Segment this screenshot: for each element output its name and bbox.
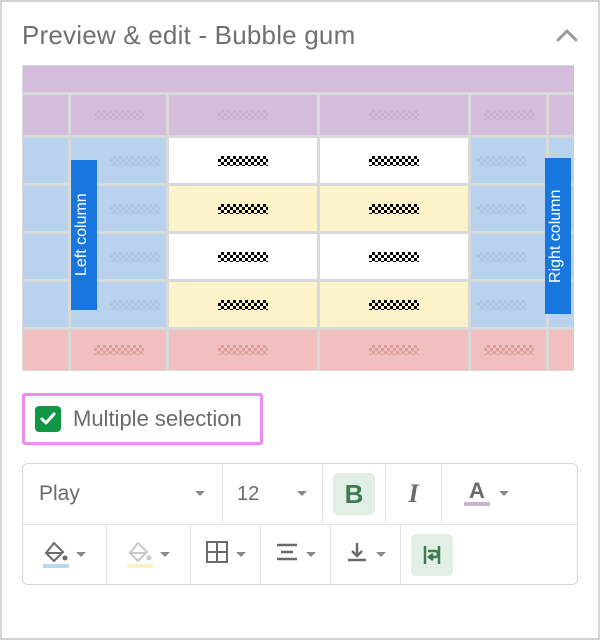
dropdown-caret-icon — [498, 490, 510, 498]
panel-title: Preview & edit - Bubble gum — [22, 20, 355, 51]
text-wrap-icon — [411, 534, 453, 576]
fill-color-button[interactable] — [23, 525, 107, 584]
paint-bucket-icon — [43, 542, 69, 568]
dropdown-caret-icon — [159, 551, 171, 559]
text-wrap-button[interactable] — [401, 525, 463, 584]
dropdown-caret-icon — [305, 551, 317, 559]
dropdown-caret-icon — [75, 551, 87, 559]
italic-icon: I — [408, 479, 418, 509]
panel-header: Preview & edit - Bubble gum — [22, 20, 578, 51]
borders-icon — [205, 540, 229, 569]
multiple-selection-label: Multiple selection — [73, 406, 242, 432]
checkbox-checked-icon — [35, 406, 61, 432]
dropdown-caret-icon — [296, 490, 308, 498]
toolbar-row-1: Play 12 B I A — [23, 464, 577, 524]
align-center-icon — [275, 542, 299, 567]
formatting-toolbar: Play 12 B I A — [22, 463, 578, 585]
right-column-label: Right column — [545, 158, 571, 314]
dropdown-caret-icon — [235, 551, 247, 559]
font-family-value: Play — [39, 482, 80, 506]
font-color-button[interactable]: A — [442, 464, 532, 524]
multiple-selection-toggle[interactable]: Multiple selection — [22, 393, 263, 445]
left-column-label: Left column — [71, 160, 97, 310]
italic-button[interactable]: I — [386, 464, 442, 524]
alt-fill-color-button[interactable] — [107, 525, 191, 584]
dropdown-caret-icon — [194, 490, 206, 498]
dropdown-caret-icon — [375, 551, 387, 559]
bold-button[interactable]: B — [323, 464, 386, 524]
borders-button[interactable] — [191, 525, 261, 584]
font-size-select[interactable]: 12 — [223, 464, 323, 524]
font-size-value: 12 — [237, 483, 259, 506]
font-family-select[interactable]: Play — [23, 464, 223, 524]
font-color-icon: A — [464, 482, 490, 506]
bold-icon: B — [333, 473, 375, 515]
toolbar-row-2 — [23, 524, 577, 584]
paint-bucket-icon — [127, 542, 153, 568]
collapse-button[interactable] — [556, 28, 578, 44]
preview-edit-panel: Preview & edit - Bubble gum Left column … — [0, 0, 600, 640]
table-preview[interactable]: Left column Right column — [22, 65, 574, 371]
horizontal-align-button[interactable] — [261, 525, 331, 584]
vertical-align-button[interactable] — [331, 525, 401, 584]
valign-bottom-icon — [345, 541, 369, 568]
